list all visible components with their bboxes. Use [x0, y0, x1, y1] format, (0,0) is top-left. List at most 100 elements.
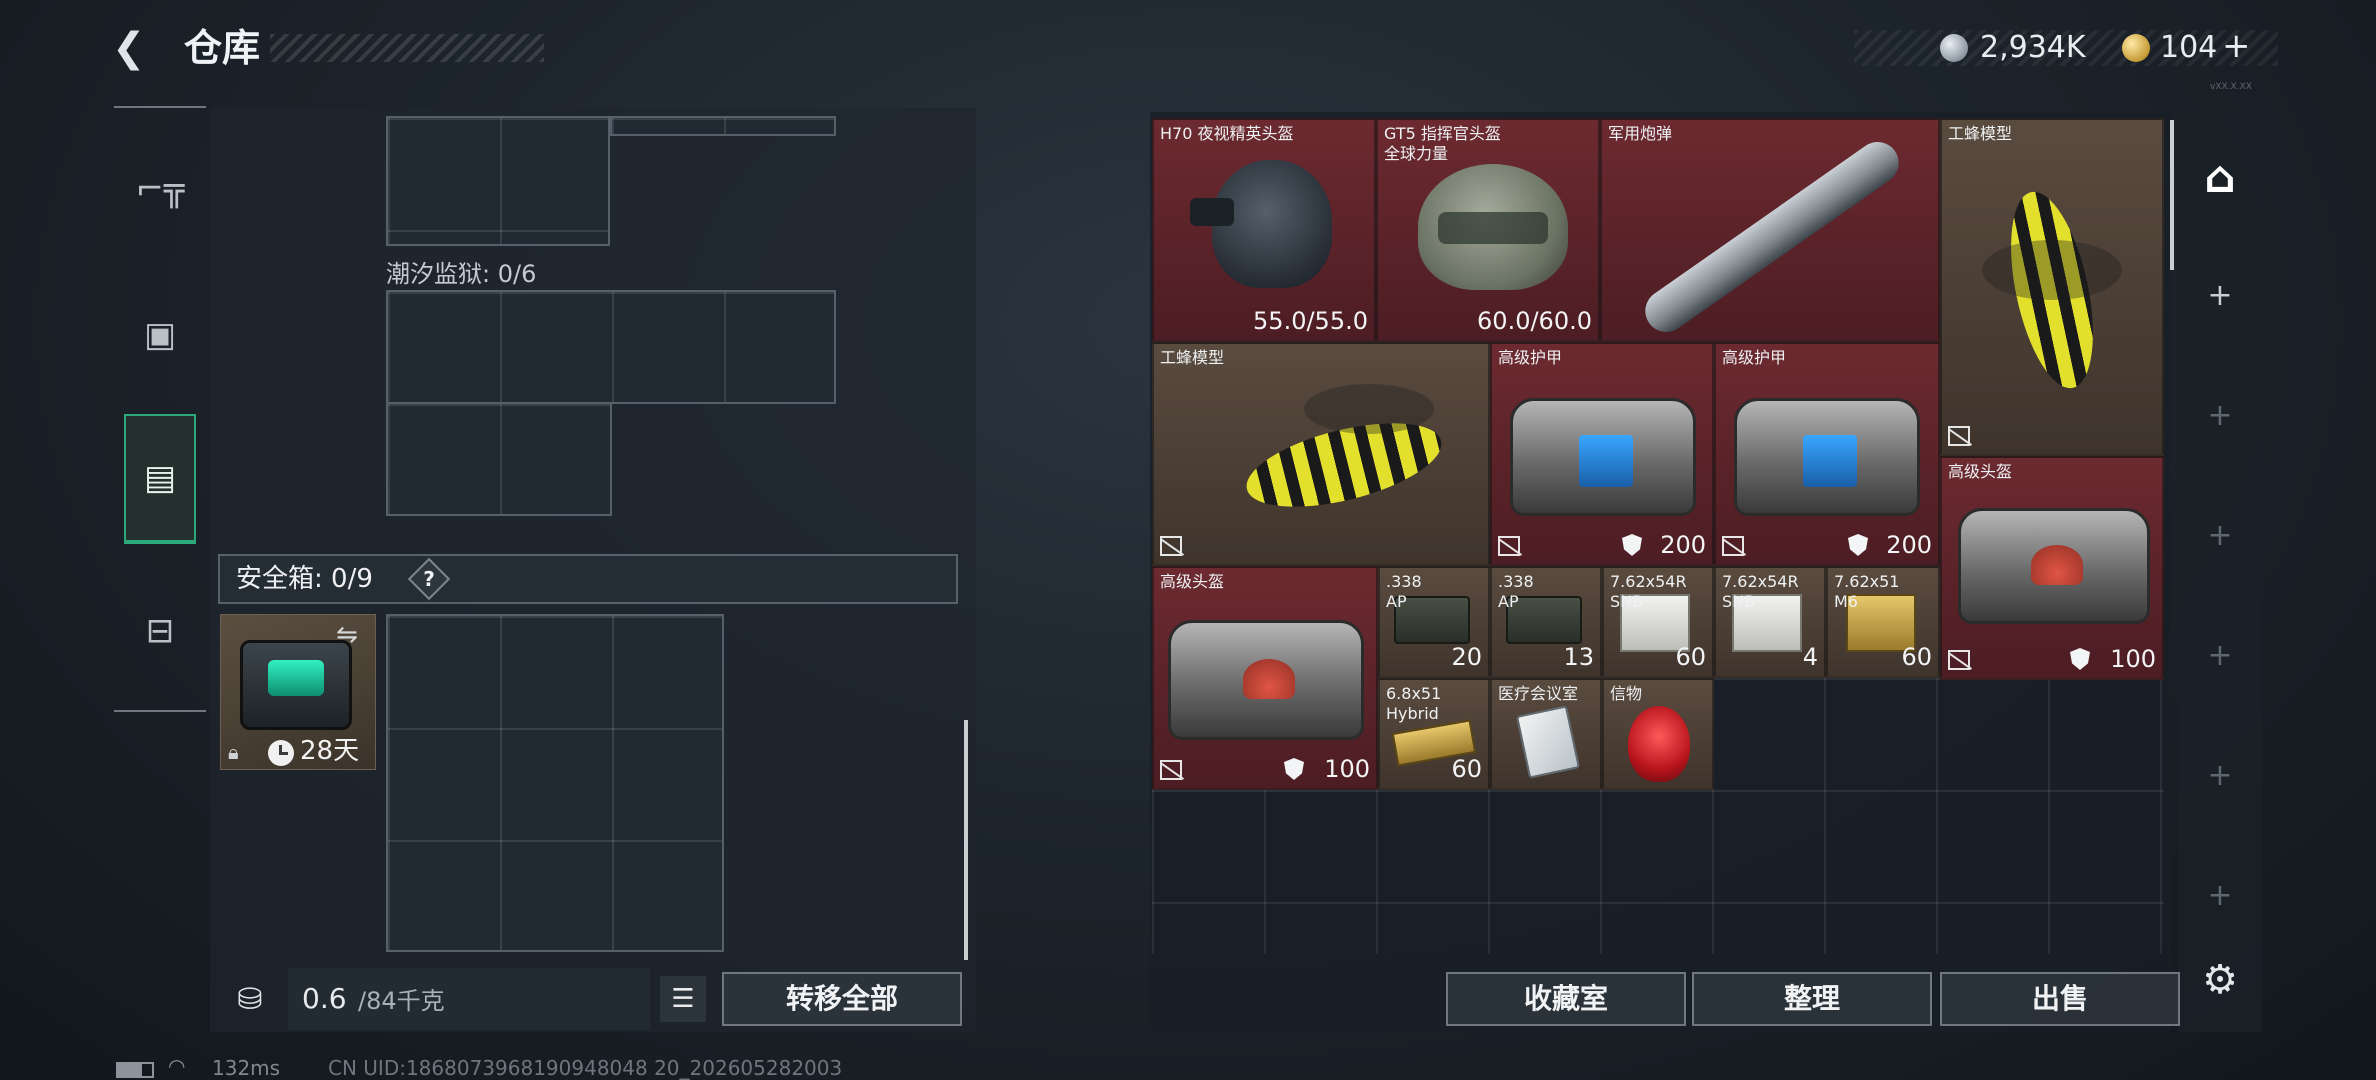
case-remaining-days: 28天 [300, 736, 360, 766]
no-insure-icon [1948, 426, 1970, 446]
item-ammo-762x54-a[interactable]: 7.62x54R SNB 60 [1602, 566, 1714, 678]
add-storage-slot-3[interactable]: + [2198, 514, 2242, 558]
item-advanced-helmet-2[interactable]: 高级头盔 100 [1152, 566, 1378, 790]
add-storage-slot-4[interactable]: + [2198, 634, 2242, 678]
container-grid-top-ext[interactable] [610, 116, 836, 136]
no-insure-icon [1160, 760, 1182, 780]
item-durability: 100 [1324, 755, 1370, 783]
tab-backpack[interactable]: ▤ [124, 414, 196, 544]
backpack-icon: ▤ [143, 458, 177, 498]
item-gt5-helmet[interactable]: GT5 指挥官头盔 全球力量 60.0/60.0 [1376, 118, 1600, 342]
item-count: 60 [1451, 755, 1482, 783]
list-icon: ☰ [671, 984, 695, 1014]
helmet-emblem [1243, 659, 1295, 699]
item-ammo-762x54-b[interactable]: 7.62x54R SNB 4 [1714, 566, 1826, 678]
item-name: 7.62x54R SNB [1722, 572, 1799, 611]
item-name: 7.62x54R SNB [1610, 572, 1687, 611]
no-insure-icon [1160, 536, 1182, 556]
item-name: 高级护甲 [1722, 348, 1787, 367]
swap-icon[interactable]: ⇋ [336, 620, 358, 650]
page-title: 仓库 [184, 26, 261, 70]
silver-coin-icon [1940, 34, 1968, 62]
container-grid-top[interactable] [386, 116, 610, 246]
item-advanced-helmet-1[interactable]: 高级头盔 100 [1940, 456, 2164, 680]
tab-gear[interactable]: ▣ [124, 270, 196, 400]
left-scrollbar[interactable] [964, 720, 968, 960]
settings-gear-icon[interactable]: ⚙ [2192, 952, 2248, 1008]
weight-current: 0.6 [302, 982, 347, 1015]
title-decoration [270, 34, 544, 62]
item-durability: 60.0/60.0 [1477, 307, 1592, 335]
container-grid-b[interactable] [386, 402, 612, 516]
container-grid-a[interactable] [386, 290, 836, 404]
transfer-all-button[interactable]: 转移全部 [722, 972, 962, 1026]
mask-icon [1628, 706, 1690, 782]
lock-icon: 🔒︎ [228, 740, 239, 764]
armor-plate [1579, 435, 1633, 487]
item-advanced-armor-2[interactable]: 高级护甲 200 [1714, 342, 1940, 566]
item-name: 高级头盔 [1948, 462, 2013, 481]
item-durability: 55.0/55.0 [1253, 307, 1368, 335]
help-icon: ? [423, 567, 435, 591]
item-advanced-armor-1[interactable]: 高级护甲 200 [1490, 342, 1714, 566]
item-durability: 200 [1660, 531, 1706, 559]
version-label: vXX.X.XX [2210, 82, 2252, 92]
add-storage-slot-1[interactable]: + [2198, 274, 2242, 318]
item-ammo-338-b[interactable]: .338 AP 13 [1490, 566, 1602, 678]
uid-label: CN UID:1868073968190948048 20_2026052820… [328, 1056, 843, 1080]
shield-icon [1284, 758, 1304, 780]
nvg-icon [1190, 198, 1234, 226]
keycard-icon [1515, 705, 1581, 779]
item-ammo-762x51[interactable]: 7.62x51 M6 60 [1826, 566, 1940, 678]
item-name: 6.8x51 Hybrid [1386, 684, 1442, 723]
item-name: GT5 指挥官头盔 全球力量 [1384, 124, 1501, 163]
item-durability: 100 [2110, 645, 2156, 673]
item-name: .338 AP [1386, 572, 1422, 611]
shield-icon [2070, 648, 2090, 670]
no-insure-icon [1722, 536, 1744, 556]
helmet-icon [1168, 620, 1364, 740]
add-storage-slot-6[interactable]: + [2198, 874, 2242, 918]
sell-button[interactable]: 出售 [1940, 972, 2180, 1026]
visor-icon [1438, 212, 1548, 244]
item-military-shell[interactable]: 军用炮弹 [1600, 118, 1940, 342]
tab-weapons[interactable]: ⌐╦ [124, 124, 196, 254]
item-name: 7.62x51 M6 [1834, 572, 1900, 611]
item-count: 13 [1563, 643, 1594, 671]
gun-icon: ⌐╦ [135, 169, 185, 209]
item-name: 工蜂模型 [1160, 348, 1225, 367]
item-ammo-68x51[interactable]: 6.8x51 Hybrid 60 [1378, 678, 1490, 790]
shield-icon [1848, 534, 1868, 556]
gold-currency-value: 104 [2160, 30, 2218, 65]
armor-icon: ▣ [143, 315, 177, 355]
add-storage-slot-5[interactable]: + [2198, 754, 2242, 798]
item-name: 高级头盔 [1160, 572, 1225, 591]
gold-coin-icon [2122, 34, 2150, 62]
weight-lock-icon[interactable]: ⛁ [222, 974, 278, 1026]
back-button[interactable]: ❮ [112, 24, 160, 72]
storage-scrollbar[interactable] [2170, 120, 2174, 270]
missile-icon [1637, 133, 1907, 340]
list-view-button[interactable]: ☰ [660, 976, 706, 1022]
tab-toolbox[interactable]: ⊟ [124, 566, 196, 696]
item-name: H70 夜视精英头盔 [1160, 124, 1294, 143]
item-bee-model-vertical[interactable]: 工蜂模型 [1940, 118, 2164, 456]
collection-room-button[interactable]: 收藏室 [1446, 972, 1686, 1026]
safe-box-grid[interactable] [386, 614, 724, 952]
storage-home-icon[interactable]: ⌂ [2190, 148, 2250, 208]
add-currency-button[interactable]: + [2222, 26, 2251, 66]
item-name: 军用炮弹 [1608, 124, 1673, 143]
battery-level [118, 1064, 142, 1076]
item-h70-helmet[interactable]: H70 夜视精英头盔 55.0/55.0 [1152, 118, 1376, 342]
item-medical-keycard[interactable]: 医疗会议室 [1490, 678, 1602, 790]
ping-label: 132ms [212, 1056, 281, 1080]
sort-button[interactable]: 整理 [1692, 972, 1932, 1026]
item-ammo-338-a[interactable]: .338 AP 20 [1378, 566, 1490, 678]
item-token[interactable]: 信物 [1602, 678, 1714, 790]
wasp-wings-icon [1304, 384, 1434, 434]
item-name: .338 AP [1498, 572, 1534, 611]
item-bee-model-horizontal[interactable]: 工蜂模型 [1152, 342, 1490, 566]
item-name: 医疗会议室 [1498, 684, 1579, 703]
add-storage-slot-2[interactable]: + [2198, 394, 2242, 438]
armor-icon [1510, 398, 1696, 516]
